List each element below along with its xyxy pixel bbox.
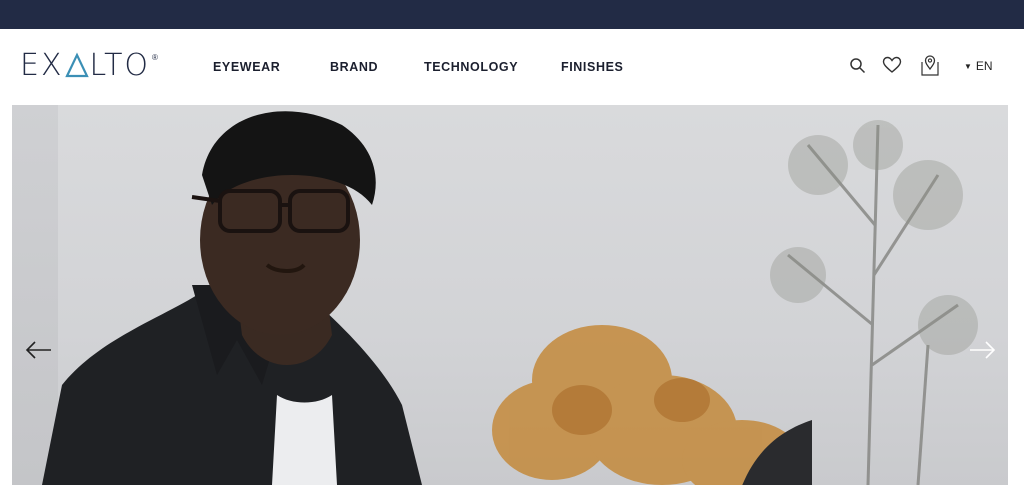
top-bar — [0, 0, 1024, 29]
store-locator-icon[interactable] — [918, 53, 942, 82]
hero-carousel — [12, 105, 1008, 485]
registered-mark: ® — [152, 52, 158, 62]
nav-technology[interactable]: TECHNOLOGY — [424, 60, 518, 74]
model-wearing-glasses — [42, 111, 422, 485]
language-label: EN — [975, 59, 993, 73]
caret-down-icon: ▼ — [964, 61, 972, 71]
autumn-foliage — [492, 325, 812, 485]
page-gutter — [1008, 105, 1024, 485]
search-icon[interactable] — [849, 57, 867, 80]
nav-brand[interactable]: BRAND — [330, 60, 378, 74]
nav-eyewear[interactable]: EYEWEAR — [213, 60, 280, 74]
heart-icon[interactable] — [882, 56, 902, 79]
language-selector[interactable]: ▼ EN — [964, 59, 993, 73]
site-header: EX LTO ® EYEWEAR BRAND TECHNOLOGY FINISHE… — [0, 29, 1024, 105]
arrow-right-icon[interactable] — [967, 335, 997, 365]
arrow-left-icon[interactable] — [24, 335, 54, 365]
logo-text: EX LTO — [20, 48, 151, 83]
exalto-logo[interactable]: EX LTO ® — [20, 49, 158, 83]
nav-finishes[interactable]: FINISHES — [561, 60, 623, 74]
